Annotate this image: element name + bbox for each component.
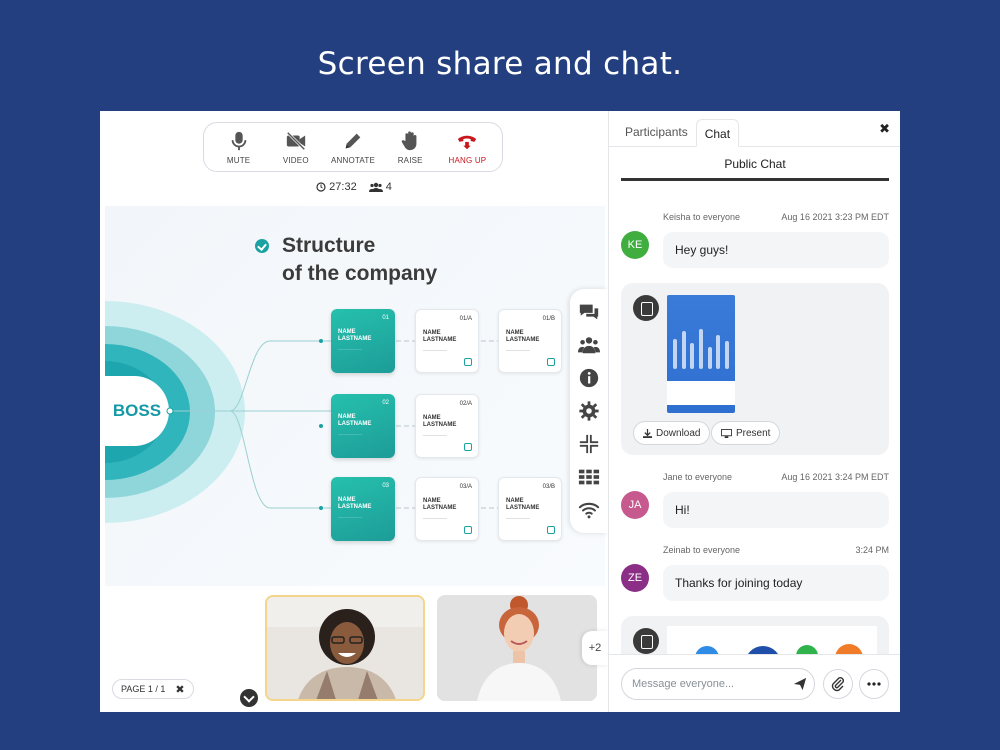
- mute-label: MUTE: [226, 155, 251, 165]
- download-icon: [643, 428, 652, 438]
- wifi-icon[interactable]: [578, 499, 600, 521]
- hand-icon: [401, 130, 417, 150]
- message-header: Zeinab to everyone 3:24 PM: [663, 545, 889, 555]
- compress-icon[interactable]: [578, 433, 600, 455]
- users-icon: [368, 182, 383, 192]
- phone-hangup-icon: [458, 135, 477, 149]
- clock-icon: [316, 182, 326, 192]
- monitor-icon: [721, 428, 732, 438]
- raise-hand-button[interactable]: RAISE: [382, 130, 439, 165]
- org-card: 01 NAME LASTNAME ——————: [331, 309, 395, 373]
- org-card: 03 NAME LASTNAME ——————: [331, 477, 395, 541]
- message-bubble: Hi!: [663, 492, 889, 528]
- presentation-area: MUTE VIDEO ANNOTATE RAISE HANG UP 27:32 …: [100, 111, 608, 712]
- person-icon: [464, 358, 472, 366]
- slide-title-line1: Structure: [282, 234, 376, 257]
- person-icon: [464, 443, 472, 451]
- meeting-info: 27:32 4: [100, 181, 608, 193]
- microphone-icon: [231, 131, 246, 150]
- tab-participants[interactable]: Participants: [617, 118, 696, 146]
- meeting-time: 27:32: [329, 181, 357, 193]
- hang-up-button[interactable]: HANG UP: [439, 130, 496, 165]
- download-button[interactable]: Download: [633, 421, 711, 445]
- message-header: Keisha to everyone Aug 16 2021 3:23 PM E…: [663, 212, 889, 222]
- more-options-button[interactable]: [859, 669, 889, 699]
- tab-chat[interactable]: Chat: [695, 119, 740, 147]
- mute-button[interactable]: MUTE: [210, 130, 267, 165]
- participant-video: [267, 597, 423, 699]
- participant-count-value: 4: [385, 181, 392, 193]
- message-input[interactable]: [621, 668, 815, 700]
- org-card: 03/A NAME LASTNAME ——————: [415, 477, 479, 541]
- side-tool-strip: [570, 289, 608, 533]
- person-icon: [547, 526, 555, 534]
- message-bubble: Thanks for joining today: [663, 565, 889, 601]
- hang-up-label: HANG UP: [448, 155, 487, 165]
- headline: Screen share and chat.: [317, 46, 683, 82]
- video-button[interactable]: VIDEO: [267, 130, 324, 165]
- org-card: 03/B NAME LASTNAME ——————: [498, 477, 562, 541]
- panel-tabs: Participants Chat: [609, 111, 900, 147]
- message-bubble: Hey guys!: [663, 232, 889, 268]
- slide-title: Structure of the company: [282, 232, 437, 288]
- participant-video: [437, 595, 597, 701]
- pencil-icon: [345, 133, 361, 148]
- avatar: JA: [621, 491, 649, 519]
- org-card: 02 NAME LASTNAME ——————: [331, 394, 395, 458]
- person-icon: [547, 358, 555, 366]
- image-file-icon: [633, 628, 659, 654]
- slide-title-line2: of the company: [282, 262, 438, 285]
- gear-icon[interactable]: [578, 400, 600, 422]
- meeting-toolbar: MUTE VIDEO ANNOTATE RAISE HANG UP: [203, 122, 503, 172]
- chevron-down-icon[interactable]: [240, 689, 258, 707]
- message-header: Jane to everyone Aug 16 2021 3:24 PM EDT: [663, 472, 889, 482]
- participant-count: 4: [368, 181, 392, 193]
- close-page-icon[interactable]: ✖: [175, 683, 184, 696]
- meeting-app: MUTE VIDEO ANNOTATE RAISE HANG UP 27:32 …: [100, 111, 900, 712]
- check-icon: [255, 239, 269, 253]
- raise-label: RAISE: [397, 155, 423, 165]
- shared-slide: BOSS Structure of the company 01 NAME LA…: [105, 206, 605, 586]
- attach-button[interactable]: [823, 669, 853, 699]
- video-tile-speaker[interactable]: [265, 595, 425, 701]
- page-indicator-text: PAGE 1 / 1: [121, 684, 166, 694]
- chat-panel: Participants Chat ✖ Public Chat Keisha t…: [608, 111, 900, 712]
- video-tile-participant[interactable]: [437, 595, 597, 701]
- chat-bubbles-icon[interactable]: [578, 301, 600, 323]
- participants-icon[interactable]: [578, 334, 600, 356]
- ellipsis-icon: [867, 682, 881, 686]
- paperclip-icon: [831, 677, 844, 692]
- annotate-label: ANNOTATE: [331, 155, 375, 165]
- more-participants-button[interactable]: +2: [582, 631, 608, 665]
- meeting-timer: 27:32: [316, 181, 357, 193]
- image-file-icon: [633, 295, 659, 321]
- chat-title: Public Chat: [621, 153, 889, 181]
- close-panel-icon[interactable]: ✖: [879, 121, 890, 137]
- present-button[interactable]: Present: [711, 421, 781, 445]
- org-card: 02/A NAME LASTNAME ——————: [415, 394, 479, 458]
- annotate-button[interactable]: ANNOTATE: [324, 130, 381, 165]
- avatar: KE: [621, 231, 649, 259]
- file-attachment: Download Present: [621, 283, 889, 455]
- org-card: 01/A NAME LASTNAME ——————: [415, 309, 479, 373]
- avatar: ZE: [621, 564, 649, 592]
- page-indicator: PAGE 1 / 1 ✖: [112, 679, 194, 699]
- grid-icon[interactable]: [578, 466, 600, 488]
- video-off-icon: [286, 131, 306, 150]
- attachment-preview[interactable]: [667, 295, 735, 413]
- video-label: VIDEO: [282, 155, 309, 165]
- send-icon[interactable]: [793, 677, 807, 691]
- org-card: 01/B NAME LASTNAME ——————: [498, 309, 562, 373]
- chat-input-bar: [609, 654, 900, 712]
- info-icon[interactable]: [578, 367, 600, 389]
- person-icon: [464, 526, 472, 534]
